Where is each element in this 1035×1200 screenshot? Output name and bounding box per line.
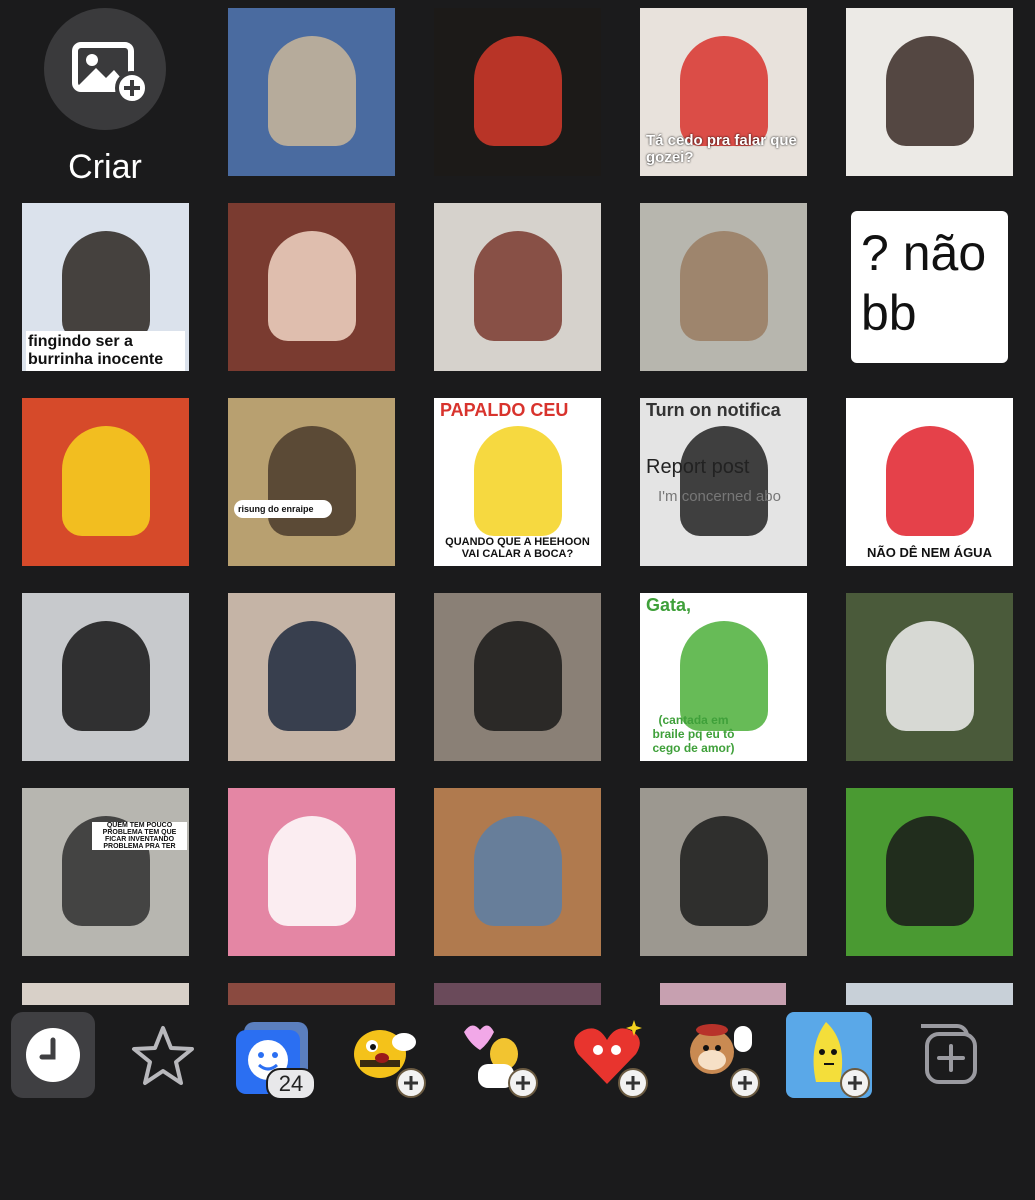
add-pack-plus-icon	[508, 1068, 538, 1098]
sticker-boy-thinking[interactable]: fingindo ser a burrinha inocente	[22, 203, 189, 371]
sticker-count-badge: 24	[266, 1068, 316, 1100]
add-pack-plus-icon	[618, 1068, 648, 1098]
sticker-caption: fingindo ser a burrinha inocente	[26, 331, 185, 371]
sticker-figure	[886, 426, 974, 536]
sticker-smiling-boy[interactable]	[228, 203, 395, 371]
sticker-kratos-meme[interactable]: risung do enraipe	[228, 398, 395, 566]
sticker-caption-top: Turn on notifica	[646, 400, 781, 420]
sticker-text-card: ? não bb	[851, 211, 1008, 363]
sticker-dog-watering-can[interactable]	[846, 593, 1013, 761]
sticker-figure	[680, 426, 768, 536]
sticker-boy-sunglasses[interactable]	[22, 593, 189, 761]
sticker-figure	[474, 621, 562, 731]
sticker-figure	[268, 231, 356, 341]
add-sticker-icon	[897, 1012, 997, 1103]
sticker-figure	[474, 231, 562, 341]
sticker-figure	[474, 36, 562, 146]
sticker-rat-laughing-emoji[interactable]	[640, 203, 807, 371]
sticker-caption: (cantada em braile pq eu tô cego de amor…	[652, 713, 735, 755]
sticker-figure	[62, 231, 150, 341]
sticker-figure	[680, 816, 768, 926]
sticker-no-water-sign[interactable]: NÃO DÊ NEM ÁGUA	[846, 398, 1013, 566]
sticker-emoji-flowers[interactable]	[22, 398, 189, 566]
add-pack-tab[interactable]	[897, 1012, 997, 1098]
sticker-grid: Criar Tá cedo pra falar que gozei? fingin…	[0, 0, 1035, 1005]
sticker-caption: ? não bb	[861, 225, 987, 341]
sticker-figure	[886, 621, 974, 731]
create-sticker-circle[interactable]	[44, 8, 166, 130]
sticker-gata-braile[interactable]: Gata, (cantada em braile pq eu tô cego de…	[640, 593, 807, 761]
sticker-caption: risung do enraipe	[234, 500, 332, 518]
sticker-partial[interactable]	[660, 983, 786, 1005]
sticker-snoopy[interactable]	[228, 788, 395, 956]
dog-pack-tab[interactable]	[676, 1012, 762, 1098]
sticker-penguin-beard[interactable]	[846, 788, 1013, 956]
add-image-icon	[72, 42, 149, 105]
sticker-pleading-emoji[interactable]: PAPALDO CEU QUANDO QUE A HEEHOON VAI CALA…	[434, 398, 601, 566]
sticker-caption-sub: I'm concerned abo	[658, 488, 781, 505]
sticker-caption-top: PAPALDO CEU	[440, 400, 569, 420]
sticker-figure	[268, 36, 356, 146]
sticker-boy-hand-face[interactable]	[846, 8, 1013, 176]
sticker-figure	[474, 426, 562, 536]
create-label: Criar	[68, 148, 142, 186]
sticker-boy-tongue[interactable]	[228, 593, 395, 761]
sticker-partial[interactable]	[846, 983, 1013, 1005]
sticker-partial[interactable]	[434, 983, 601, 1005]
sticker-report-post[interactable]: Turn on notifica Report post I'm concerned…	[640, 398, 807, 566]
sticker-caption: QUANDO QUE A HEEHOON VAI CALAR A BOCA?	[440, 536, 595, 560]
sticker-caption: QUEM TEM POUCO PROBLEMA TEM QUE FICAR IN…	[92, 822, 187, 850]
sticker-boy-neck[interactable]	[434, 593, 601, 761]
add-pack-plus-icon	[396, 1068, 426, 1098]
sticker-boy-facepalm[interactable]	[434, 203, 601, 371]
add-pack-plus-icon	[840, 1068, 870, 1098]
sticker-partial[interactable]	[228, 983, 395, 1005]
sticker-figure	[268, 816, 356, 926]
sticker-man-stage[interactable]	[640, 788, 807, 956]
sticker-caption: NÃO DÊ NEM ÁGUA	[867, 545, 992, 560]
my-stickers-tab[interactable]: 24	[232, 1012, 318, 1100]
sticker-figure	[62, 426, 150, 536]
sticker-figure	[680, 36, 768, 146]
sticker-caption-top: Gata,	[646, 595, 692, 615]
sticker-pilot-guy[interactable]: QUEM TEM POUCO PROBLEMA TEM QUE FICAR IN…	[22, 788, 189, 956]
banana-pack-tab[interactable]	[786, 1012, 872, 1098]
heart-pack-tab[interactable]	[564, 1012, 650, 1098]
sticker-figure	[62, 621, 150, 731]
sticker-red-hair-boy[interactable]: Tá cedo pra falar que gozei?	[640, 8, 807, 176]
favorites-tab[interactable]	[120, 1012, 206, 1098]
sticker-figure	[268, 426, 356, 536]
sticker-figure	[886, 816, 974, 926]
sticker-knuckles-light[interactable]	[434, 8, 601, 176]
sticker-partial[interactable]	[22, 983, 189, 1005]
sticker-figure	[268, 621, 356, 731]
sticker-text-sticker[interactable]: ? não bb	[846, 203, 1013, 371]
sticker-figure	[680, 231, 768, 341]
clock-icon	[11, 1012, 95, 1103]
sticker-figure	[474, 816, 562, 926]
recent-tab[interactable]	[11, 1012, 95, 1098]
sticker-figure	[886, 36, 974, 146]
bee-pack-tab[interactable]	[342, 1012, 428, 1098]
trumpet-pack-tab[interactable]	[454, 1012, 540, 1098]
star-icon	[120, 1012, 206, 1103]
sticker-zuckerberg-tongue[interactable]	[434, 788, 601, 956]
add-pack-plus-icon	[730, 1068, 760, 1098]
sticker-caption: Report post	[646, 456, 750, 478]
sticker-caption: Tá cedo pra falar que gozei?	[646, 132, 797, 166]
create-sticker-button[interactable]: Criar	[22, 8, 188, 186]
sticker-cat-fluffy-ears[interactable]	[228, 8, 395, 176]
